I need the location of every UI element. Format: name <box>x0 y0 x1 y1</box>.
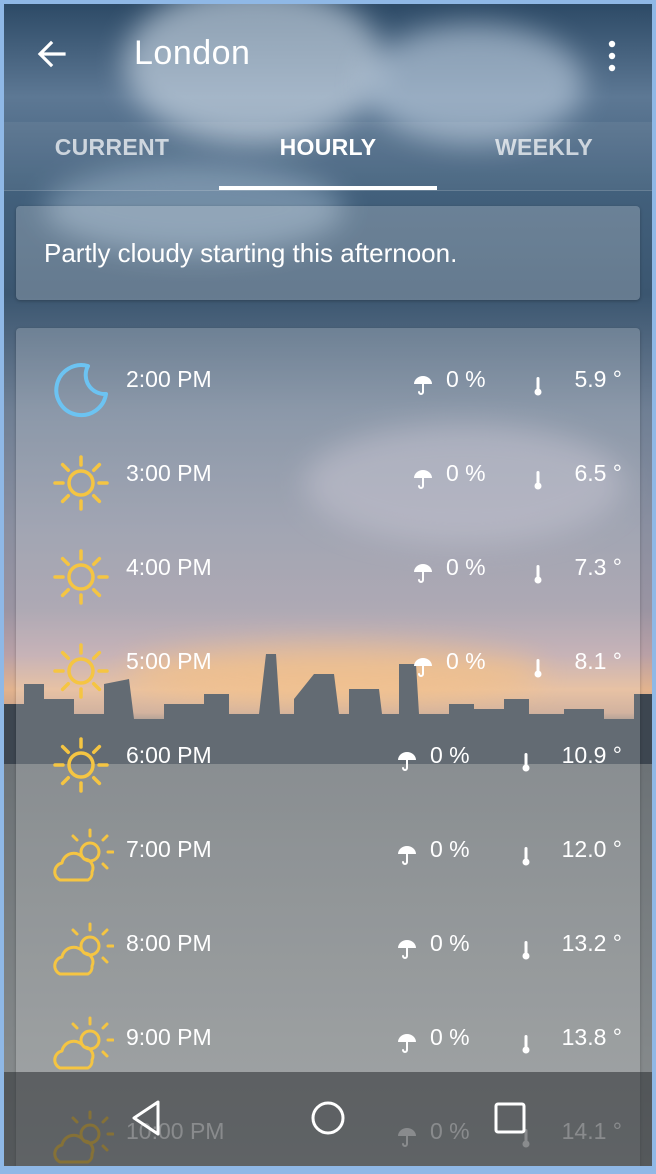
precip-chance: 0 % <box>430 742 470 768</box>
hourly-row: 7:00 PM 0 % 12.0 ° <box>16 812 640 906</box>
thermometer-icon <box>534 377 542 396</box>
partly-cloudy-icon <box>53 828 114 882</box>
thermometer-icon <box>522 1035 530 1054</box>
sun-icon <box>53 455 109 511</box>
precip-chance: 0 % <box>446 366 486 392</box>
summary-card: Partly cloudy starting this afternoon. <box>16 206 640 300</box>
sun-icon <box>53 643 109 699</box>
recents-square-icon[interactable] <box>488 1096 532 1140</box>
partly-cloudy-icon <box>53 922 114 976</box>
hourly-row: 2:00 PM 0 % 5.9 ° <box>16 342 640 436</box>
hourly-row: 6:00 PM 0 % 10.9 ° <box>16 718 640 812</box>
tab-hourly[interactable]: HOURLY <box>220 134 436 161</box>
hour-time: 8:00 PM <box>126 930 212 956</box>
precip-chance: 0 % <box>430 930 470 956</box>
hourly-row: 8:00 PM 0 % 13.2 ° <box>16 906 640 1000</box>
page-title: London <box>134 34 251 72</box>
hour-time: 4:00 PM <box>126 554 212 580</box>
precip-chance: 0 % <box>430 836 470 862</box>
moon-icon <box>54 363 108 418</box>
precip-chance: 0 % <box>430 1024 470 1050</box>
sun-icon <box>53 737 109 793</box>
app-screen: London CURRENT HOURLY WEEKLY Partly clou… <box>4 4 652 1166</box>
hour-time: 7:00 PM <box>126 836 212 862</box>
app-bar: London CURRENT HOURLY WEEKLY <box>4 4 652 192</box>
umbrella-icon <box>414 376 432 395</box>
tab-current[interactable]: CURRENT <box>4 134 220 161</box>
partly-cloudy-icon <box>53 1016 114 1070</box>
thermometer-icon <box>534 659 542 678</box>
hourly-row: 3:00 PM 0 % 6.5 ° <box>16 436 640 530</box>
temperature: 6.5 ° <box>574 460 622 486</box>
umbrella-icon <box>398 1034 416 1053</box>
temperature: 13.8 ° <box>561 1024 622 1050</box>
summary-text: Partly cloudy starting this afternoon. <box>44 238 458 268</box>
thermometer-icon <box>534 471 542 490</box>
thermometer-icon <box>522 753 530 772</box>
thermometer-icon <box>522 847 530 866</box>
thermometer-icon <box>522 941 530 960</box>
temperature: 13.2 ° <box>561 930 622 956</box>
umbrella-icon <box>414 564 432 583</box>
precip-chance: 0 % <box>446 648 486 674</box>
tab-weekly[interactable]: WEEKLY <box>436 134 652 161</box>
precip-chance: 0 % <box>446 554 486 580</box>
umbrella-icon <box>398 752 416 771</box>
home-circle-icon[interactable] <box>306 1096 350 1140</box>
back-triangle-icon[interactable] <box>124 1096 168 1140</box>
sun-icon <box>53 549 109 605</box>
hourly-list-card: 2:00 PM 0 % 5.9 ° 3:00 PM 0 % 6.5 ° 4:00 PM 0 %… <box>16 328 640 1166</box>
hour-time: 5:00 PM <box>126 648 212 674</box>
hour-time: 6:00 PM <box>126 742 212 768</box>
precip-chance: 0 % <box>446 460 486 486</box>
overflow-menu-icon[interactable] <box>602 38 622 74</box>
umbrella-icon <box>398 846 416 865</box>
hourly-row: 4:00 PM 0 % 7.3 ° <box>16 530 640 624</box>
hour-time: 3:00 PM <box>126 460 212 486</box>
umbrella-icon <box>414 470 432 489</box>
hour-time: 2:00 PM <box>126 366 212 392</box>
system-nav-bar <box>4 1072 652 1166</box>
umbrella-icon <box>398 940 416 959</box>
temperature: 10.9 ° <box>561 742 622 768</box>
back-arrow-icon[interactable] <box>34 36 70 72</box>
temperature: 12.0 ° <box>561 836 622 862</box>
hour-time: 9:00 PM <box>126 1024 212 1050</box>
temperature: 5.9 ° <box>574 366 622 392</box>
hourly-row: 5:00 PM 0 % 8.1 ° <box>16 624 640 718</box>
tab-bar: CURRENT HOURLY WEEKLY <box>4 122 652 191</box>
temperature: 7.3 ° <box>574 554 622 580</box>
thermometer-icon <box>534 565 542 584</box>
tab-indicator <box>219 186 437 190</box>
temperature: 8.1 ° <box>574 648 622 674</box>
umbrella-icon <box>414 658 432 677</box>
